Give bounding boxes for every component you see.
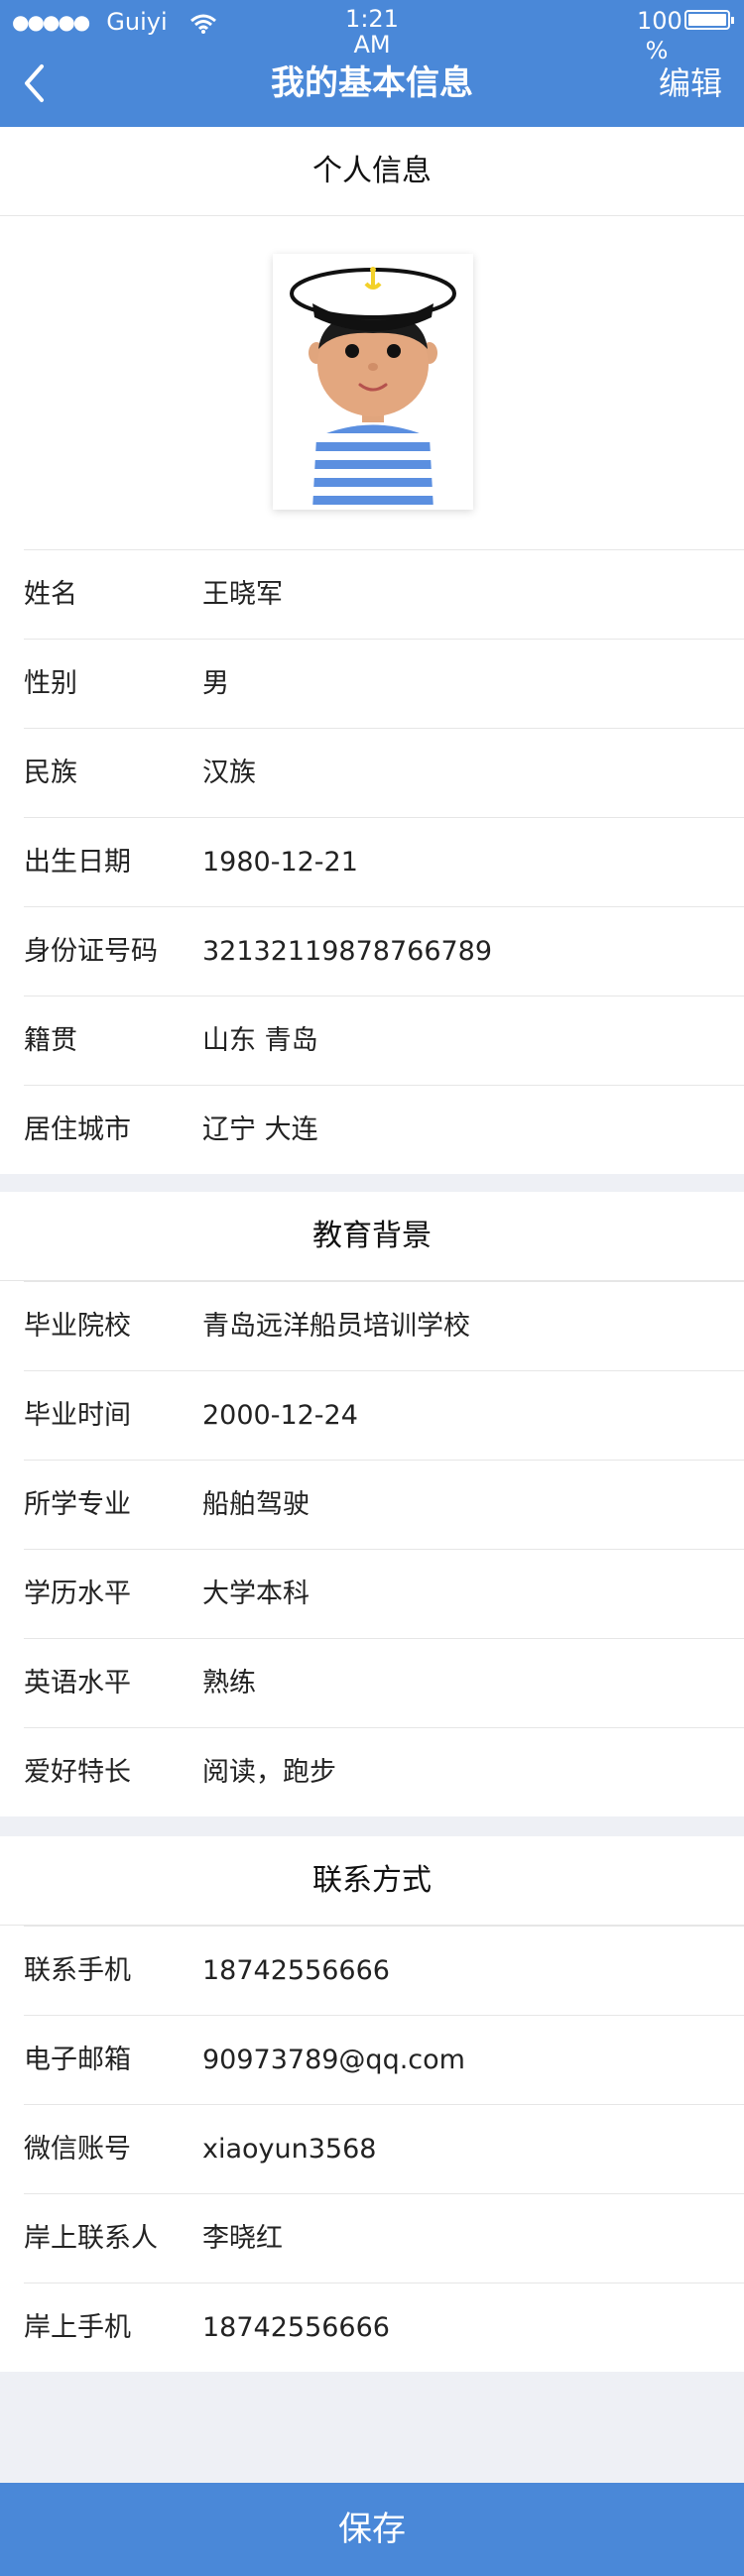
- personal-rows: 姓名 王晓军 性别 男 民族 汉族 出生日期 1980-12-21 身份证号码 …: [0, 549, 744, 1174]
- row-label: 微信账号: [24, 2134, 131, 2165]
- row-value: 李晓红: [202, 2223, 283, 2254]
- status-time-ampm: AM: [353, 31, 391, 59]
- list-item: 岸上手机 18742556666: [24, 2283, 744, 2372]
- row-value: 90973789@qq.com: [202, 2045, 465, 2075]
- status-left: ●●●●● Guiyi: [12, 8, 217, 36]
- battery-fill: [688, 14, 726, 26]
- list-item: 民族 汉族: [24, 728, 744, 817]
- row-label: 爱好特长: [24, 1757, 131, 1788]
- row-value: 1980-12-21: [202, 847, 358, 878]
- list-item: 籍贯 山东 青岛: [24, 995, 744, 1085]
- row-label: 身份证号码: [24, 936, 158, 967]
- row-value: xiaoyun3568: [202, 2134, 377, 2165]
- list-item: 爱好特长 阅读，跑步: [24, 1727, 744, 1816]
- row-value: 18742556666: [202, 2312, 390, 2343]
- row-label: 电子邮箱: [24, 2045, 131, 2075]
- row-label: 岸上手机: [24, 2312, 131, 2343]
- row-label: 籍贯: [24, 1025, 77, 1056]
- list-item: 英语水平 熟练: [24, 1638, 744, 1727]
- row-label: 姓名: [24, 579, 77, 610]
- list-item: 微信账号 xiaoyun3568: [24, 2104, 744, 2193]
- signal-strength-icon: ●●●●●: [12, 10, 90, 34]
- row-label: 英语水平: [24, 1668, 131, 1698]
- row-value: 18742556666: [202, 1955, 390, 1986]
- row-value: 辽宁 大连: [202, 1114, 318, 1145]
- row-label: 性别: [24, 668, 77, 699]
- list-item: 姓名 王晓军: [24, 549, 744, 639]
- status-time-hour: 1:21: [345, 5, 399, 33]
- list-item: 出生日期 1980-12-21: [24, 817, 744, 906]
- list-item: 毕业院校 青岛远洋船员培训学校: [24, 1281, 744, 1370]
- row-value: 汉族: [202, 758, 256, 788]
- list-item: 身份证号码 32132119878766789: [24, 906, 744, 995]
- row-label: 毕业院校: [24, 1311, 131, 1342]
- battery-percent: 100 %: [637, 6, 682, 65]
- row-value: 32132119878766789: [202, 936, 493, 967]
- row-value: 山东 青岛: [202, 1025, 318, 1056]
- education-section: 教育背景 毕业院校 青岛远洋船员培训学校 毕业时间 2000-12-24 所学专…: [0, 1192, 744, 1816]
- list-item: 毕业时间 2000-12-24: [24, 1370, 744, 1460]
- row-value: 王晓军: [202, 579, 283, 610]
- avatar-container: [0, 216, 744, 549]
- contact-section: 联系方式 联系手机 18742556666 电子邮箱 90973789@qq.c…: [0, 1836, 744, 2372]
- list-item: 居住城市 辽宁 大连: [24, 1085, 744, 1174]
- row-value: 2000-12-24: [202, 1400, 358, 1431]
- row-value: 男: [202, 668, 229, 699]
- list-item: 联系手机 18742556666: [24, 1926, 744, 2015]
- row-label: 居住城市: [24, 1114, 131, 1145]
- status-bar: ●●●●● Guiyi 1:21 AM 100 %: [0, 0, 744, 64]
- section-title-contact: 联系方式: [0, 1836, 744, 1926]
- section-title-education: 教育背景: [0, 1192, 744, 1281]
- row-value: 船舶驾驶: [202, 1489, 310, 1520]
- battery-percent-number: 100: [637, 7, 682, 35]
- list-item: 学历水平 大学本科: [24, 1549, 744, 1638]
- page-title: 我的基本信息: [271, 63, 473, 103]
- list-item: 电子邮箱 90973789@qq.com: [24, 2015, 744, 2104]
- battery-icon: [684, 10, 734, 30]
- save-button[interactable]: 保存: [0, 2483, 744, 2576]
- status-time: 1:21 AM: [342, 6, 402, 58]
- row-label: 学历水平: [24, 1579, 131, 1609]
- list-item: 岸上联系人 李晓红: [24, 2193, 744, 2283]
- list-item: 性别 男: [24, 639, 744, 728]
- avatar[interactable]: [273, 254, 473, 510]
- row-label: 毕业时间: [24, 1400, 131, 1431]
- status-right: 100 %: [637, 6, 734, 65]
- list-item: 所学专业 船舶驾驶: [24, 1460, 744, 1549]
- row-label: 岸上联系人: [24, 2223, 158, 2254]
- wifi-icon: [189, 12, 217, 34]
- carrier-name: Guiyi: [106, 8, 168, 36]
- row-label: 出生日期: [24, 847, 131, 878]
- header-bar: ●●●●● Guiyi 1:21 AM 100 % 我的基本信息 编辑: [0, 0, 744, 127]
- edit-button[interactable]: 编辑: [659, 61, 722, 105]
- row-value: 大学本科: [202, 1579, 310, 1609]
- row-value: 熟练: [202, 1668, 256, 1698]
- row-label: 民族: [24, 758, 77, 788]
- section-title-personal: 个人信息: [0, 127, 744, 216]
- row-label: 所学专业: [24, 1489, 131, 1520]
- row-value: 阅读，跑步: [202, 1757, 336, 1788]
- row-label: 联系手机: [24, 1955, 131, 1986]
- row-value: 青岛远洋船员培训学校: [202, 1311, 470, 1342]
- personal-info-section: 个人信息 姓名 王晓军 性别 男 民族 汉族 出生日期 1980-12-21 身…: [0, 127, 744, 1174]
